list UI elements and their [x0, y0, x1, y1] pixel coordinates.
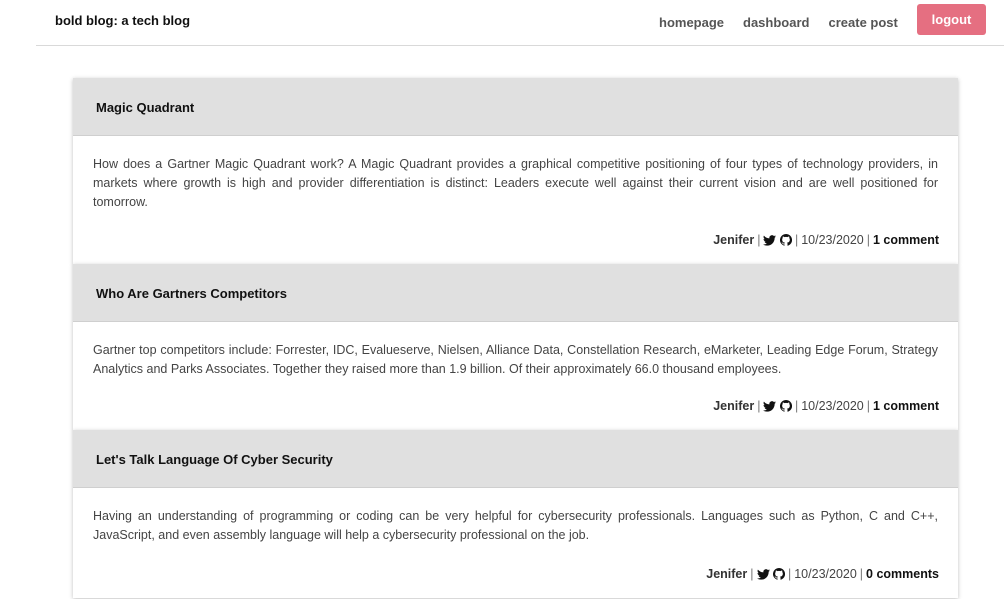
twitter-icon[interactable]	[763, 401, 777, 415]
post-author: Jenifer	[706, 567, 748, 581]
post-title[interactable]: Who Are Gartners Competitors	[96, 286, 958, 301]
post-comments-link[interactable]: 0 comments	[866, 567, 939, 581]
post-meta: Jenifer | | 10/23/2020 | 0 comments	[706, 567, 939, 583]
post-header[interactable]: Who Are Gartners Competitors	[73, 264, 958, 322]
post-date: 10/23/2020	[801, 233, 864, 247]
post-title[interactable]: Magic Quadrant	[96, 100, 958, 115]
meta-separator: |	[787, 567, 792, 581]
post-body: Having an understanding of programming o…	[73, 488, 958, 598]
meta-separator: |	[794, 399, 799, 413]
twitter-icon[interactable]	[756, 569, 770, 583]
post-author: Jenifer	[713, 233, 755, 247]
nav-homepage-link[interactable]: homepage	[659, 15, 724, 30]
meta-separator: |	[859, 567, 864, 581]
post-header[interactable]: Magic Quadrant	[73, 78, 958, 136]
post-title[interactable]: Let's Talk Language Of Cyber Security	[96, 452, 958, 467]
meta-separator: |	[866, 233, 870, 247]
post-list: Magic Quadrant How does a Gartner Magic …	[73, 78, 958, 598]
post-body: How does a Gartner Magic Quadrant work? …	[73, 136, 958, 264]
github-icon[interactable]	[772, 567, 786, 583]
post-comments-link[interactable]: 1 comment	[873, 233, 939, 247]
logout-button[interactable]: logout	[917, 4, 986, 35]
twitter-icon[interactable]	[763, 235, 777, 249]
main-nav: homepage dashboard create post	[659, 15, 917, 30]
post-meta: Jenifer | | 10/23/2020 | 1 comment	[713, 233, 939, 249]
post-card[interactable]: Let's Talk Language Of Cyber Security Ha…	[73, 430, 958, 598]
post-card[interactable]: Magic Quadrant How does a Gartner Magic …	[73, 78, 958, 264]
github-icon[interactable]	[779, 233, 793, 249]
meta-separator: |	[757, 233, 761, 247]
site-brand[interactable]: bold blog: a tech blog	[55, 13, 190, 28]
post-card[interactable]: Who Are Gartners Competitors Gartner top…	[73, 264, 958, 430]
post-content: How does a Gartner Magic Quadrant work? …	[93, 157, 938, 209]
post-content: Having an understanding of programming o…	[93, 509, 938, 542]
meta-separator: |	[794, 233, 799, 247]
meta-separator: |	[757, 399, 761, 413]
meta-separator: |	[866, 399, 870, 413]
nav-dashboard-link[interactable]: dashboard	[743, 15, 809, 30]
post-author: Jenifer	[713, 399, 755, 413]
github-icon[interactable]	[779, 399, 793, 415]
post-content: Gartner top competitors include: Forrest…	[93, 343, 938, 376]
top-navbar: bold blog: a tech blog homepage dashboar…	[36, 0, 1004, 46]
post-comments-link[interactable]: 1 comment	[873, 399, 939, 413]
post-date: 10/23/2020	[794, 567, 857, 581]
meta-separator: |	[750, 567, 754, 581]
post-body: Gartner top competitors include: Forrest…	[73, 322, 958, 430]
post-date: 10/23/2020	[801, 399, 864, 413]
post-meta: Jenifer | | 10/23/2020 | 1 comment	[713, 399, 939, 415]
post-header[interactable]: Let's Talk Language Of Cyber Security	[73, 430, 958, 488]
nav-create-post-link[interactable]: create post	[828, 15, 897, 30]
